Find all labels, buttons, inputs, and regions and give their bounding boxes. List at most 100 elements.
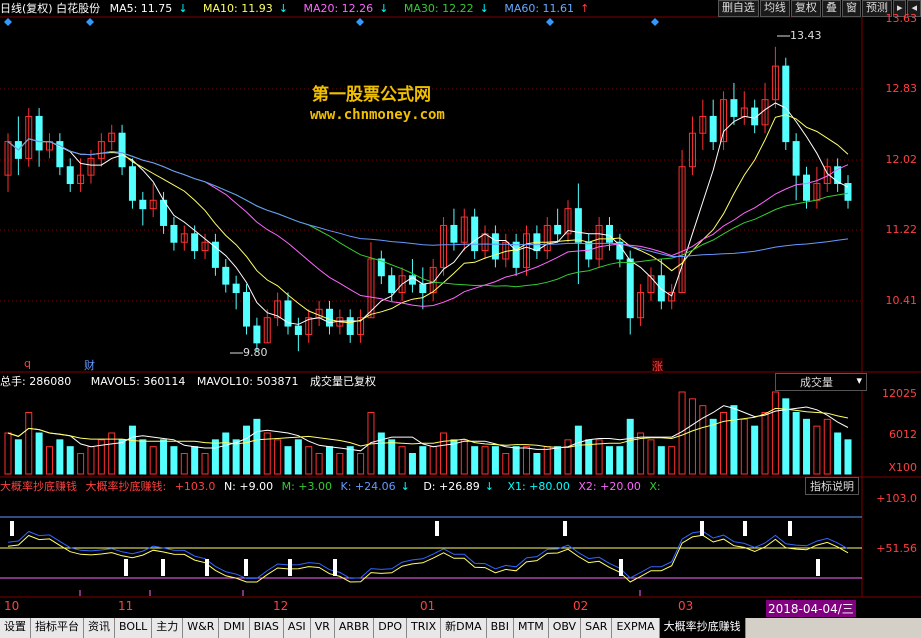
volume-bar xyxy=(740,418,748,475)
watermark-url: www.chnmoney.com xyxy=(310,107,445,123)
btn-restore[interactable]: 复权 xyxy=(790,0,821,17)
tab-sar[interactable]: SAR xyxy=(581,618,613,638)
volume-bar xyxy=(429,446,437,475)
indicator-help-button[interactable]: 指标说明 xyxy=(805,477,859,495)
volume-bar xyxy=(771,391,779,475)
ind-d: D: +26.89 ↓ xyxy=(423,480,494,493)
signal-bar xyxy=(244,559,248,576)
volume-bar xyxy=(605,446,613,475)
candle-body xyxy=(139,199,147,210)
volume-bar xyxy=(45,446,53,475)
volume-bar xyxy=(14,439,22,475)
ind-k: K: +24.06 ↓ xyxy=(340,480,410,493)
volume-bar xyxy=(346,446,354,475)
tab-bias[interactable]: BIAS xyxy=(249,618,284,638)
ma5-line xyxy=(7,102,849,325)
volume-bar xyxy=(35,432,43,475)
vol-total: 总手: 286080 xyxy=(0,375,72,388)
tab-obv[interactable]: OBV xyxy=(548,618,582,638)
volume-bar xyxy=(834,432,842,475)
tab-asi[interactable]: ASI xyxy=(283,618,311,638)
volume-bar xyxy=(305,446,313,475)
volume-bar xyxy=(66,446,74,475)
d-line xyxy=(7,534,849,583)
tab-expma[interactable]: EXPMA xyxy=(612,618,660,638)
volume-bar xyxy=(357,453,365,475)
tab-news[interactable]: 资讯 xyxy=(84,618,115,638)
volume-bar xyxy=(232,439,240,475)
tab-bbi[interactable]: BBI xyxy=(486,618,514,638)
chart-title: 日线(复权) 白花股份 xyxy=(0,2,101,15)
volume-bar xyxy=(616,446,624,475)
x-tick: 01 xyxy=(420,599,436,613)
volume-bar xyxy=(284,446,292,475)
tab-boll[interactable]: BOLL xyxy=(115,618,153,638)
tab-main-force[interactable]: 主力 xyxy=(152,618,184,638)
ma20-label: MA20: 12.26 ↓ xyxy=(303,2,389,15)
vol-note: 成交量已复权 xyxy=(309,375,376,388)
event-diamond xyxy=(356,18,364,26)
volume-bar xyxy=(554,446,562,475)
main-chart-svg xyxy=(0,16,921,598)
volume-bar xyxy=(460,439,468,475)
volume-bar xyxy=(699,405,707,475)
tab-settings[interactable]: 设置 xyxy=(0,618,31,638)
volume-bar xyxy=(657,446,665,475)
candle-body xyxy=(616,241,624,260)
ma30-label: MA30: 12.22 ↓ xyxy=(403,2,489,15)
candle-body xyxy=(512,241,520,268)
candle-body xyxy=(730,99,738,117)
volume-bar xyxy=(419,446,427,475)
signal-bar xyxy=(205,559,209,576)
tab-dpo[interactable]: DPO xyxy=(374,618,407,638)
candle-body xyxy=(471,216,479,252)
tab-vr[interactable]: VR xyxy=(310,618,335,638)
price-tick: 12.02 xyxy=(885,153,918,166)
volume-bar xyxy=(315,453,323,475)
volume-bar xyxy=(647,439,655,475)
tab-dmi[interactable]: DMI xyxy=(219,618,250,638)
tab-custom-indicator[interactable]: 大概率抄底赚钱 xyxy=(659,618,746,638)
ind-name2: 大概率抄底赚钱: xyxy=(85,480,167,493)
signal-bar xyxy=(563,521,567,536)
volume-bar xyxy=(325,446,333,475)
ind-n: N: +9.00 xyxy=(223,480,274,493)
volume-bar xyxy=(87,446,95,475)
candle-body xyxy=(66,166,74,185)
candle-body xyxy=(657,275,665,302)
tab-new-dma[interactable]: 新DMA xyxy=(441,618,487,638)
ma5-label: MA5: 11.75 ↓ xyxy=(109,2,188,15)
tab-mtm[interactable]: MTM xyxy=(513,618,549,638)
volume-bar xyxy=(388,439,396,475)
watermark-title: 第一股票公式网 xyxy=(312,85,431,105)
ma60-label: MA60: 11.61 ↑ xyxy=(504,2,590,15)
volume-bar xyxy=(408,453,416,475)
volume-bar xyxy=(191,446,199,475)
volume-dropdown[interactable]: 成交量 ▾ xyxy=(775,373,867,391)
ind-name1: 大概率抄底赚钱 xyxy=(0,480,77,493)
mark-zhang: 涨 xyxy=(652,358,663,374)
candle-body xyxy=(574,208,582,243)
btn-window[interactable]: 窗 xyxy=(841,0,861,17)
tab-arbr[interactable]: ARBR xyxy=(334,618,375,638)
volume-bar xyxy=(440,432,448,475)
ind-x: X: xyxy=(649,480,661,493)
btn-overlay[interactable]: 叠 xyxy=(821,0,841,17)
volume-bar xyxy=(626,418,634,475)
tab-indicator-platform[interactable]: 指标平台 xyxy=(31,618,84,638)
volume-dropdown-label: 成交量 xyxy=(800,376,833,389)
candle-body xyxy=(605,224,613,243)
btn-ma[interactable]: 均线 xyxy=(759,0,790,17)
event-diamond xyxy=(546,18,554,26)
tab-trix[interactable]: TRIX xyxy=(406,618,442,638)
candle-body xyxy=(419,283,427,294)
signal-bar xyxy=(619,559,623,576)
volume-bar xyxy=(274,439,282,475)
volume-bar xyxy=(180,453,188,475)
tab-wr[interactable]: W&R xyxy=(183,618,220,638)
candle-body xyxy=(388,275,396,294)
volume-bar xyxy=(792,412,800,475)
volume-bar xyxy=(336,453,344,475)
ind-tick: +51.56 xyxy=(876,542,917,555)
btn-remove-fav[interactable]: 删自选 xyxy=(717,0,759,17)
